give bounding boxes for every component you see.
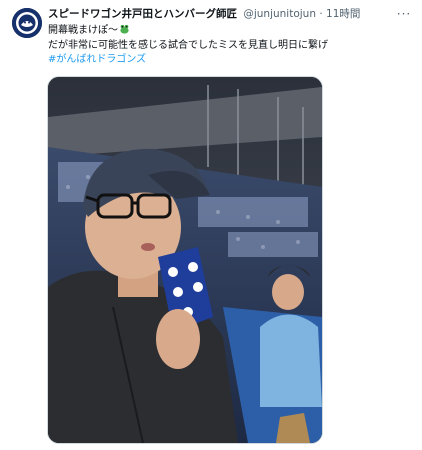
frog-icon bbox=[120, 24, 129, 34]
user-handle[interactable]: @junjunitojun bbox=[243, 8, 316, 20]
timestamp[interactable]: 11時間 bbox=[326, 8, 360, 20]
tweet-line-1: 開幕戦まけぽ〜 bbox=[48, 23, 410, 39]
stadium-selfie-photo[interactable] bbox=[47, 76, 323, 444]
user-avatar[interactable] bbox=[12, 8, 42, 38]
tweet-line-2: だが非常に可能性を感じる試合でしたミスを見直し明日に繋げ bbox=[48, 39, 328, 51]
hashtag-link[interactable]: #がんばれドラゴンズ bbox=[48, 53, 410, 68]
more-options-button[interactable]: ··· bbox=[396, 6, 412, 22]
tweet-text: 開幕戦まけぽ〜 だが非常に可能性を感じる試合でしたミスを見直し明日に繋げ #がん… bbox=[48, 23, 410, 68]
tweet-card[interactable]: スピードワゴン井戸田とハンバーグ師匠 @junjunitojun · 11時間 … bbox=[0, 0, 422, 450]
display-name[interactable]: スピードワゴン井戸田とハンバーグ師匠 bbox=[48, 8, 237, 20]
separator-dot: · bbox=[319, 8, 323, 20]
photo-illustration bbox=[48, 77, 322, 443]
avatar-logo-icon bbox=[12, 8, 42, 38]
tweet-header: スピードワゴン井戸田とハンバーグ師匠 @junjunitojun · 11時間 bbox=[48, 7, 398, 22]
tweet-line-1-text: 開幕戦まけぽ〜 bbox=[48, 25, 118, 36]
more-horizontal-icon: ··· bbox=[396, 7, 412, 21]
